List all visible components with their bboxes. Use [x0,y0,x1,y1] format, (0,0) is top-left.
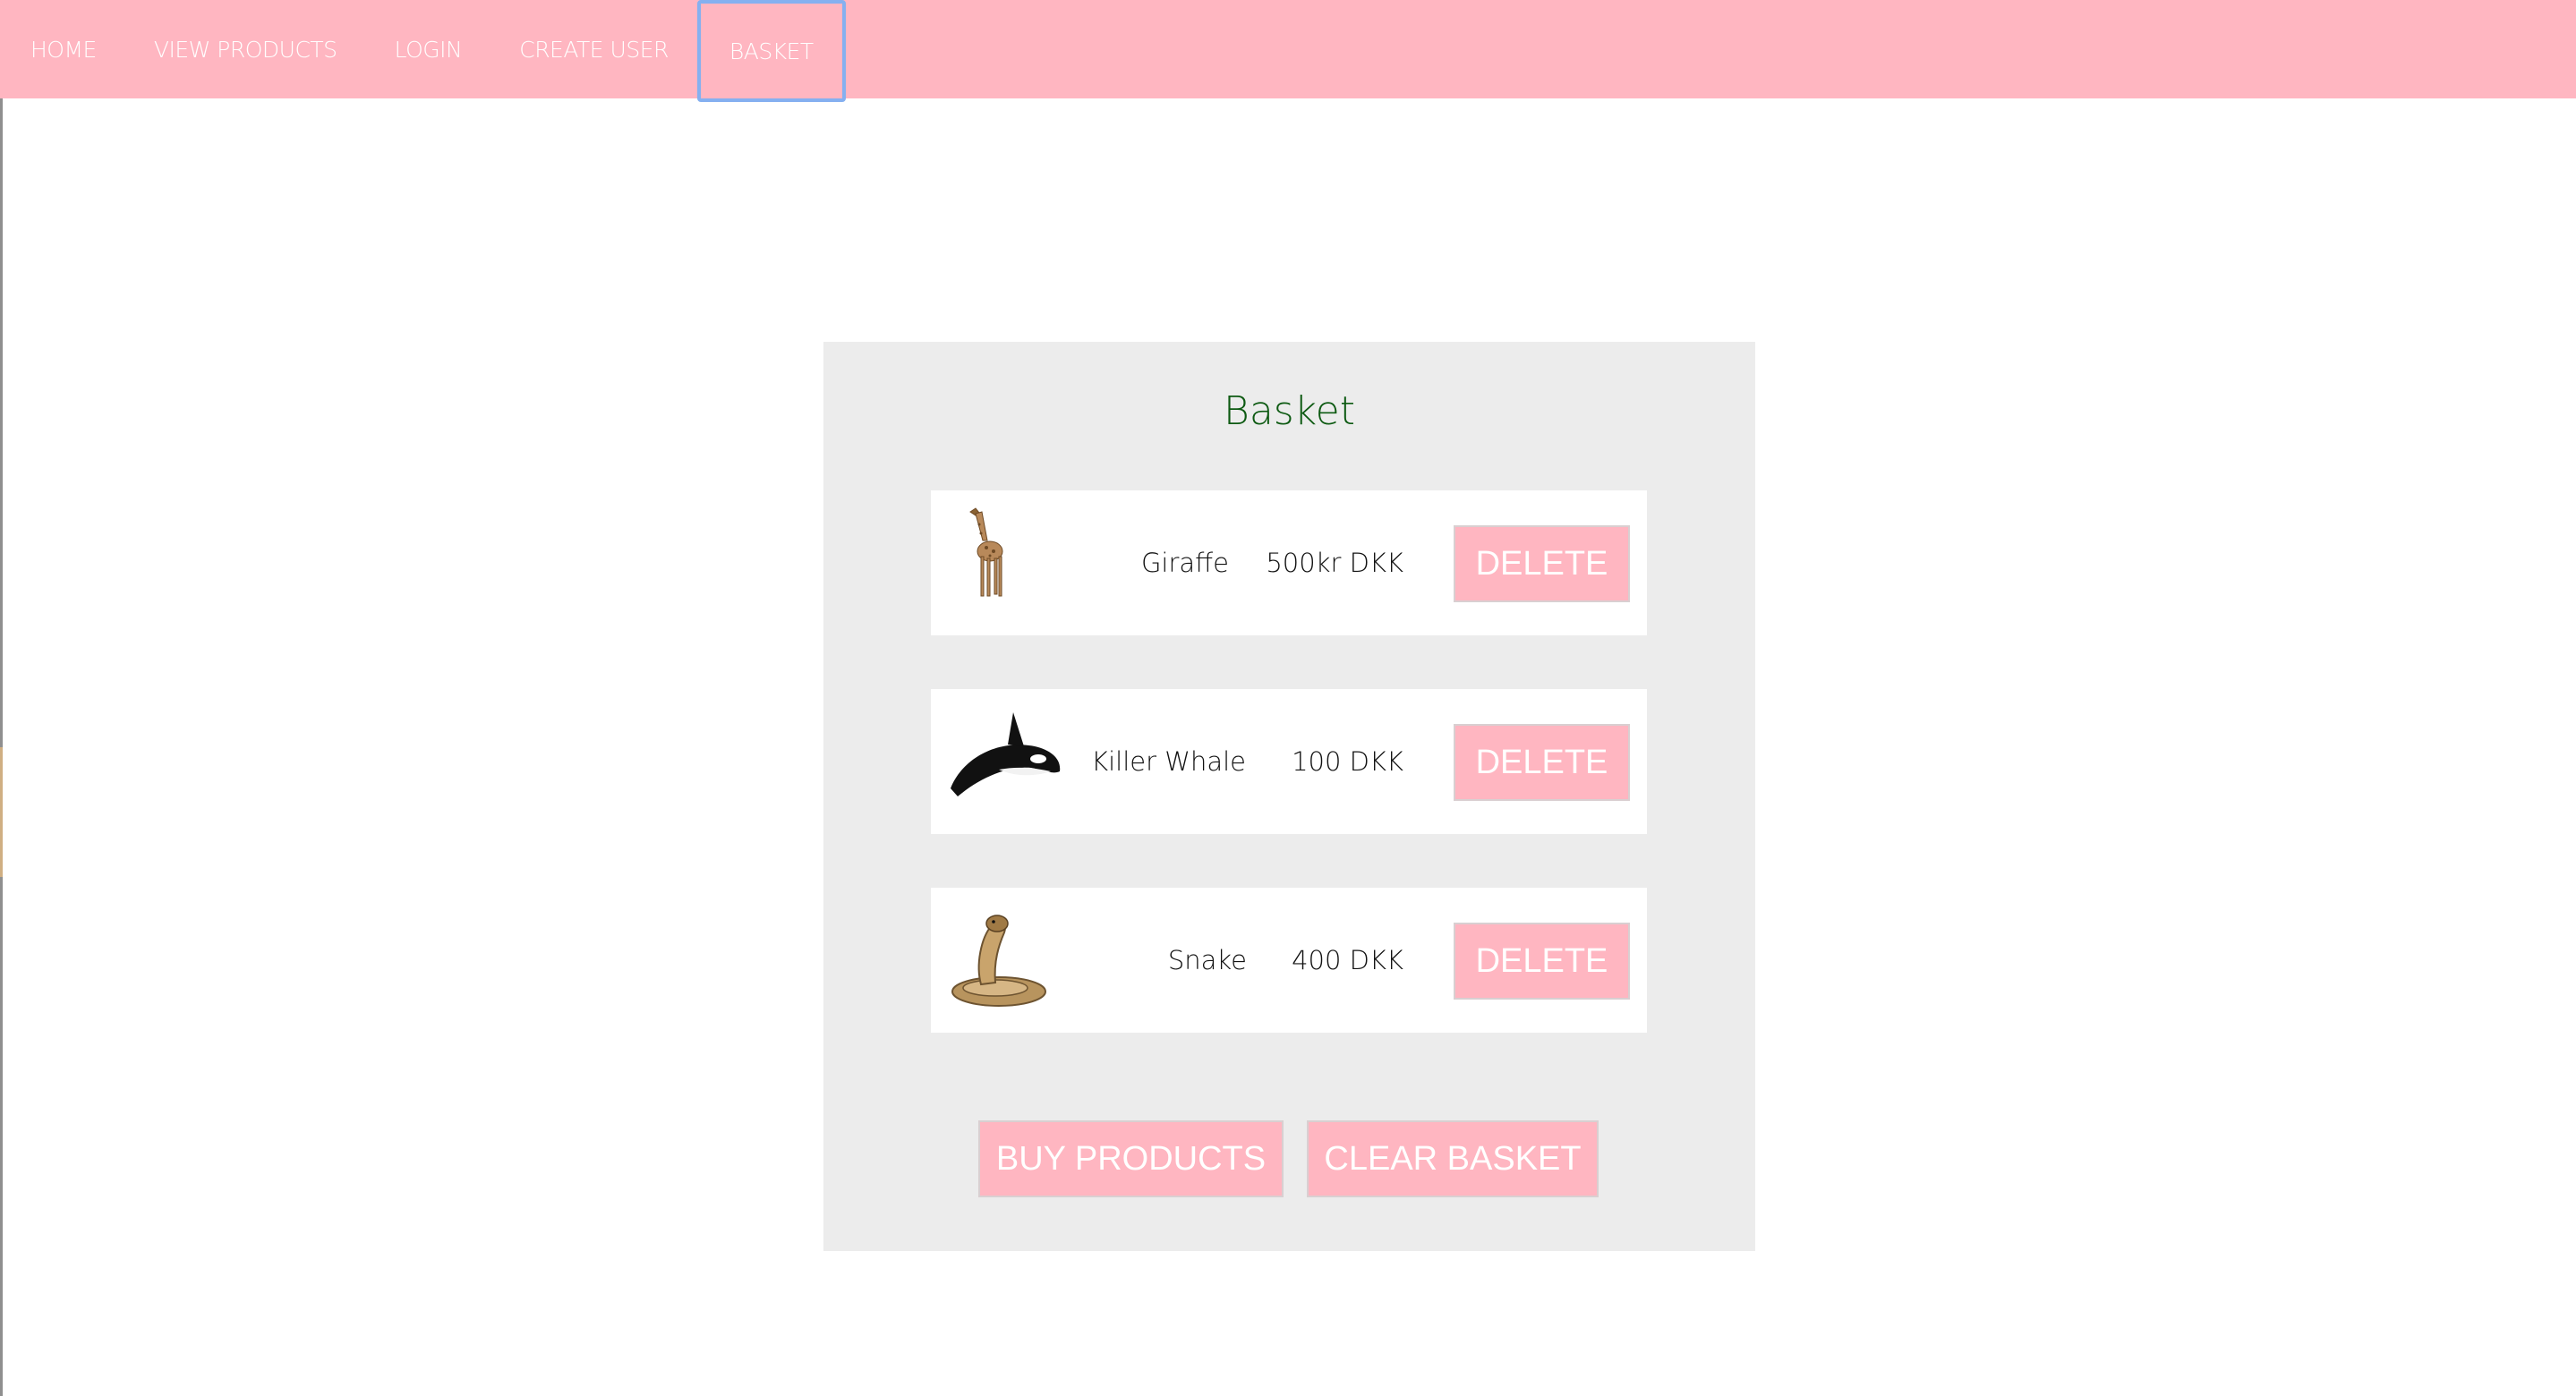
giraffe-image [969,507,1003,597]
basket-title: Basket [1224,388,1355,434]
item-name: Giraffe [1140,548,1229,578]
item-price: 500kr DKK [1266,548,1403,578]
basket-item: Giraffe 500kr DKK DELETE [931,490,1647,635]
nav-view-products[interactable]: VIEW PRODUCTS [125,0,366,98]
delete-button[interactable]: DELETE [1454,525,1630,602]
window-edge [0,98,3,1396]
nav-create-user[interactable]: CREATE USER [490,0,697,98]
top-nav: HOME VIEW PRODUCTS LOGIN CREATE USER BAS… [0,0,2576,102]
buy-products-button[interactable]: BUY PRODUCTS [978,1120,1284,1197]
item-name: Killer Whale [1091,746,1246,777]
snake-image [951,915,1046,1007]
killer-whale-image [951,712,1061,796]
clear-basket-button[interactable]: CLEAR BASKET [1307,1120,1599,1197]
basket-item: Snake 400 DKK DELETE [931,888,1647,1033]
basket-panel: Basket Giraffe 500kr DKK DELETE Killer W… [823,342,1755,1251]
item-price: 400 DKK [1292,945,1403,975]
nav-home[interactable]: HOME [0,0,125,98]
delete-button[interactable]: DELETE [1454,724,1630,801]
basket-item: Killer Whale 100 DKK DELETE [931,689,1647,834]
nav-login[interactable]: LOGIN [366,0,491,98]
item-name: Snake [1167,945,1247,975]
page: HOME VIEW PRODUCTS LOGIN CREATE USER BAS… [0,0,2576,1396]
delete-button[interactable]: DELETE [1454,923,1630,1000]
item-price: 100 DKK [1292,746,1403,777]
nav-basket[interactable]: BASKET [696,0,846,102]
